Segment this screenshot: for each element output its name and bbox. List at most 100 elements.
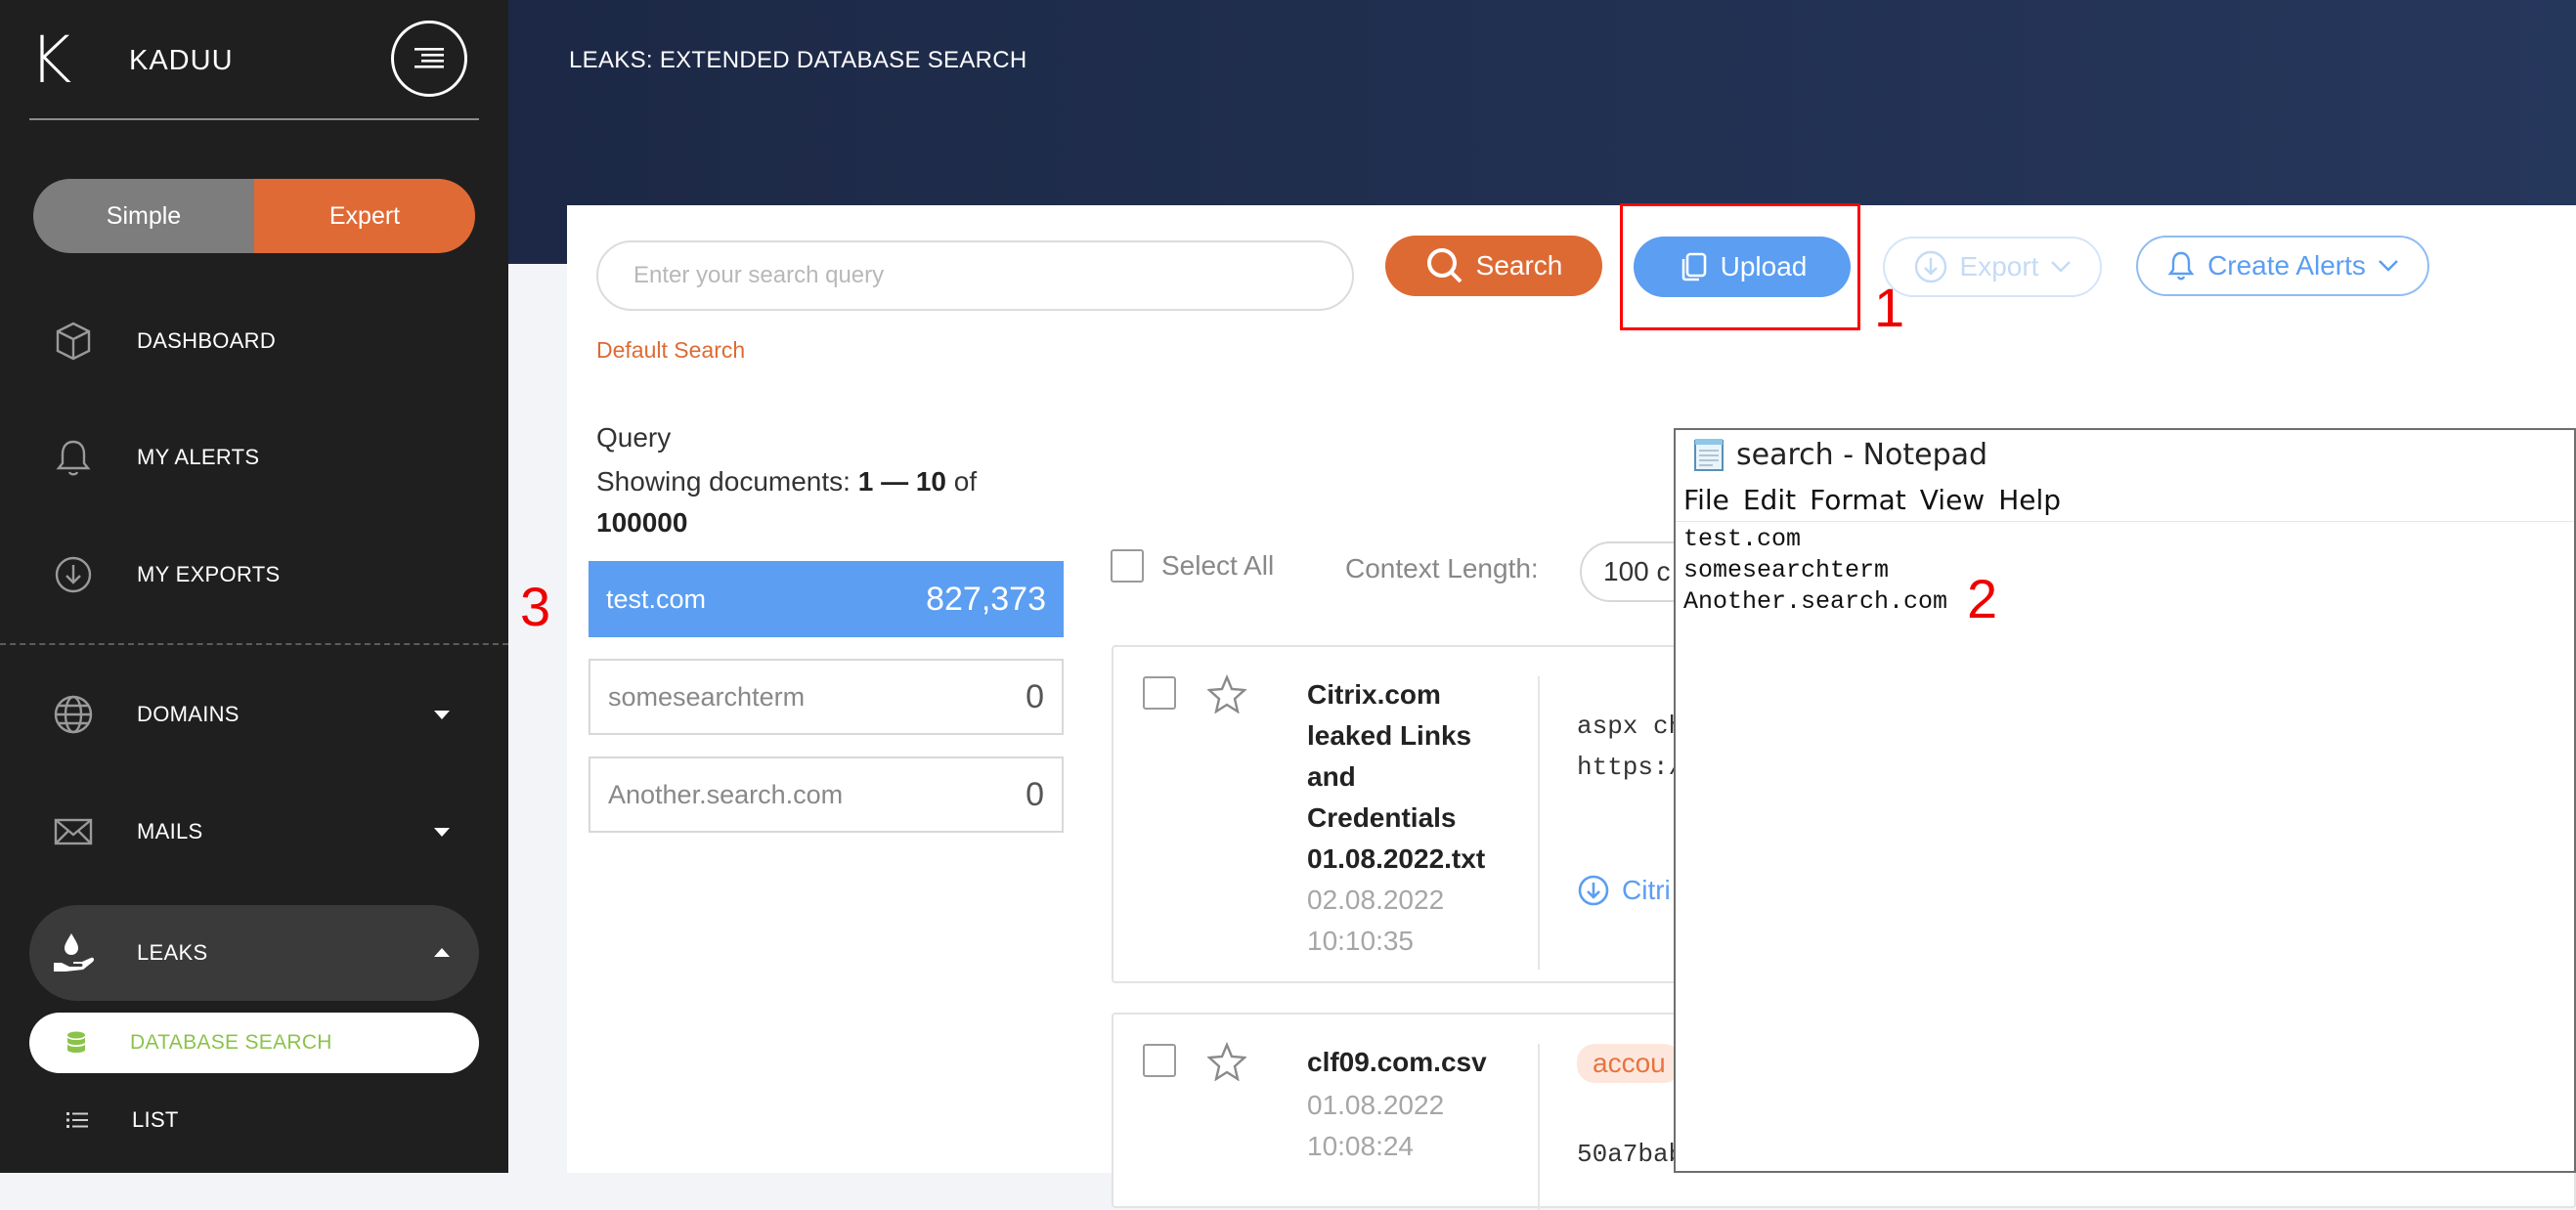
nav-separator [0, 643, 508, 645]
nav-item-leaks[interactable]: LEAKS [29, 905, 479, 1001]
brand-name: KADUU [129, 44, 234, 76]
download-circle-icon [49, 550, 98, 599]
chevron-down-icon [2051, 261, 2072, 273]
notepad-menu-edit[interactable]: Edit [1743, 484, 1796, 516]
query-term-item[interactable]: Another.search.com 0 [589, 756, 1064, 833]
showing-prefix: Showing documents: [596, 466, 858, 497]
create-alerts-button[interactable]: Create Alerts [2136, 236, 2429, 296]
query-term-count: 827,373 [926, 580, 1046, 618]
nav-label-domains: DOMAINS [137, 702, 240, 726]
download-circle-icon [1578, 875, 1609, 906]
query-term-item[interactable]: test.com 827,373 [589, 561, 1064, 637]
notepad-menu-format[interactable]: Format [1810, 484, 1906, 516]
notepad-window: search - Notepad File Edit Format View H… [1674, 428, 2576, 1173]
notepad-titlebar[interactable]: search - Notepad [1676, 430, 2574, 479]
chevron-up-icon [434, 948, 450, 957]
nav-label-list: LIST [132, 1107, 179, 1132]
nav-label-leaks: LEAKS [137, 940, 208, 965]
annotation-number-1: 1 [1874, 277, 1905, 338]
search-input[interactable] [596, 240, 1354, 311]
result-tag: accou [1577, 1044, 1681, 1083]
result-divider [1538, 676, 1540, 970]
brand-logo: K [29, 22, 72, 98]
result-checkbox[interactable] [1143, 676, 1176, 710]
query-term: Another.search.com [608, 779, 844, 809]
nav-label-my-alerts: MY ALERTS [137, 445, 260, 469]
select-all[interactable]: Select All [1111, 549, 1274, 583]
context-length-label: Context Length: [1345, 553, 1539, 583]
bell-icon [49, 433, 98, 482]
nav-item-mails[interactable]: MAILS [29, 788, 479, 876]
nav-label-mails: MAILS [137, 819, 203, 843]
nav-item-domains[interactable]: DOMAINS [29, 670, 479, 758]
result-download-link[interactable]: Citri [1577, 874, 1671, 907]
chevron-down-icon [434, 711, 450, 719]
nav-item-my-exports[interactable]: MY EXPORTS [29, 531, 479, 619]
notepad-title: search - Notepad [1736, 437, 1988, 472]
list-icon [66, 1110, 88, 1130]
sidebar: K KADUU Simple Expert DASHBOARD MY ALERT… [0, 0, 508, 1173]
query-title: Query [596, 422, 672, 453]
default-search-link[interactable]: Default Search [596, 337, 745, 364]
query-term-count: 0 [1026, 677, 1044, 715]
select-all-label: Select All [1161, 550, 1275, 581]
showing-documents: Showing documents: 1 — 10 of 100000 [596, 461, 1056, 543]
result-divider [1538, 1044, 1540, 1210]
nav-label-my-exports: MY EXPORTS [137, 562, 281, 586]
showing-range: 1 — 10 [857, 466, 946, 497]
notepad-menubar: File Edit Format View Help [1676, 479, 2574, 522]
mode-simple-button[interactable]: Simple [33, 179, 254, 253]
select-all-checkbox[interactable] [1111, 549, 1144, 583]
result-time: 10:08:24 [1307, 1131, 1414, 1161]
brand-divider [29, 118, 479, 120]
notepad-menu-view[interactable]: View [1920, 484, 1985, 516]
result-snippet: aspx ch [1577, 712, 1684, 741]
showing-total: 100000 [596, 507, 688, 538]
notepad-menu-file[interactable]: File [1683, 484, 1729, 516]
mode-toggle[interactable]: Simple Expert [33, 179, 475, 253]
menu-toggle-button[interactable] [391, 21, 467, 97]
envelope-icon [49, 807, 98, 856]
query-term-item[interactable]: somesearchterm 0 [589, 659, 1064, 735]
result-time: 10:10:35 [1307, 926, 1414, 956]
notepad-line: Another.search.com [1683, 587, 1948, 616]
bell-icon [2167, 251, 2195, 281]
hand-drop-icon [49, 929, 98, 977]
page-title: LEAKS: EXTENDED DATABASE SEARCH [569, 47, 1027, 73]
export-button-label: Export [1959, 251, 2039, 281]
nav-label-database-search: DATABASE SEARCH [130, 1031, 332, 1054]
result-download-label: Citri [1622, 875, 1671, 905]
query-term: test.com [606, 583, 707, 614]
nav-item-dashboard[interactable]: DASHBOARD [29, 297, 479, 385]
cube-icon [49, 317, 98, 366]
search-icon [1426, 248, 1463, 283]
result-date: 01.08.2022 [1307, 1090, 1445, 1120]
result-checkbox[interactable] [1143, 1044, 1176, 1077]
star-icon[interactable] [1206, 673, 1247, 718]
result-title[interactable]: clf09.com.csv [1307, 1042, 1512, 1083]
star-icon[interactable] [1206, 1041, 1247, 1086]
nav-item-my-alerts[interactable]: MY ALERTS [29, 413, 479, 501]
notepad-text-area[interactable]: test.com somesearchterm Another.search.com [1676, 522, 2574, 620]
mode-expert-button[interactable]: Expert [254, 179, 475, 253]
nav-subitem-database-search[interactable]: DATABASE SEARCH [29, 1013, 479, 1073]
nav-subitem-list[interactable]: LIST [29, 1091, 479, 1149]
notepad-line: somesearchterm [1683, 556, 1890, 584]
query-term: somesearchterm [608, 681, 806, 712]
nav-label-dashboard: DASHBOARD [137, 328, 277, 353]
export-button[interactable]: Export [1883, 237, 2102, 297]
annotation-number-3: 3 [520, 576, 551, 637]
result-snippet: 50a7bab [1577, 1140, 1684, 1169]
search-button-label: Search [1475, 250, 1563, 281]
menu-icon [415, 48, 444, 68]
search-button[interactable]: Search [1385, 236, 1602, 296]
notepad-line: test.com [1683, 525, 1802, 553]
notepad-menu-help[interactable]: Help [1998, 484, 2061, 516]
create-alerts-button-label: Create Alerts [2207, 250, 2366, 281]
chevron-down-icon [434, 828, 450, 837]
query-term-count: 0 [1026, 775, 1044, 813]
annotation-highlight-upload [1620, 203, 1860, 330]
chevron-down-icon [2379, 260, 2398, 272]
result-title[interactable]: Citrix.com leaked Links and Credentials … [1307, 674, 1512, 880]
showing-of: of [946, 466, 978, 497]
